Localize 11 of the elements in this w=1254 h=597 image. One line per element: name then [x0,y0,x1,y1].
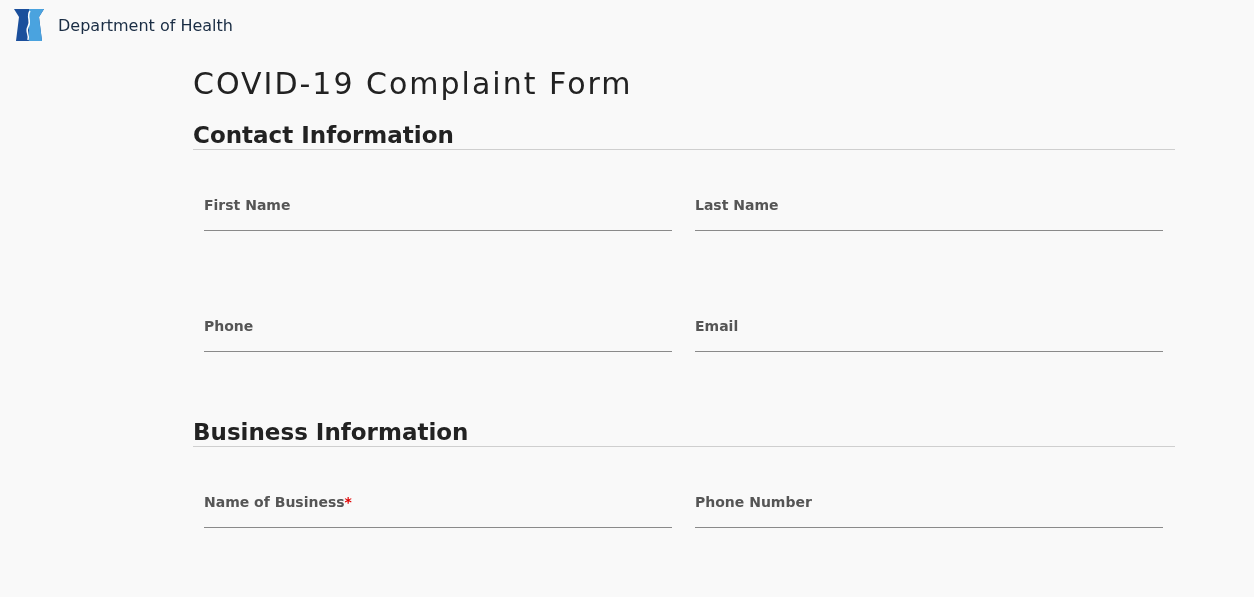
input-field[interactable]: Last Name [695,188,1163,231]
section-heading: Business Information [193,418,1175,447]
input-field[interactable]: Email [695,309,1163,352]
input-field[interactable]: Phone Number [695,485,1163,528]
input-field[interactable]: Phone [204,309,672,352]
input-field[interactable]: First Name [204,188,672,231]
section-heading: Contact Information [193,121,1175,150]
keystone-logo-icon [12,7,46,43]
agency-name: Department of Health [58,15,233,35]
input-field[interactable]: Name of Business* [204,485,672,528]
form-title: COVID-19 Complaint Form [193,66,634,101]
